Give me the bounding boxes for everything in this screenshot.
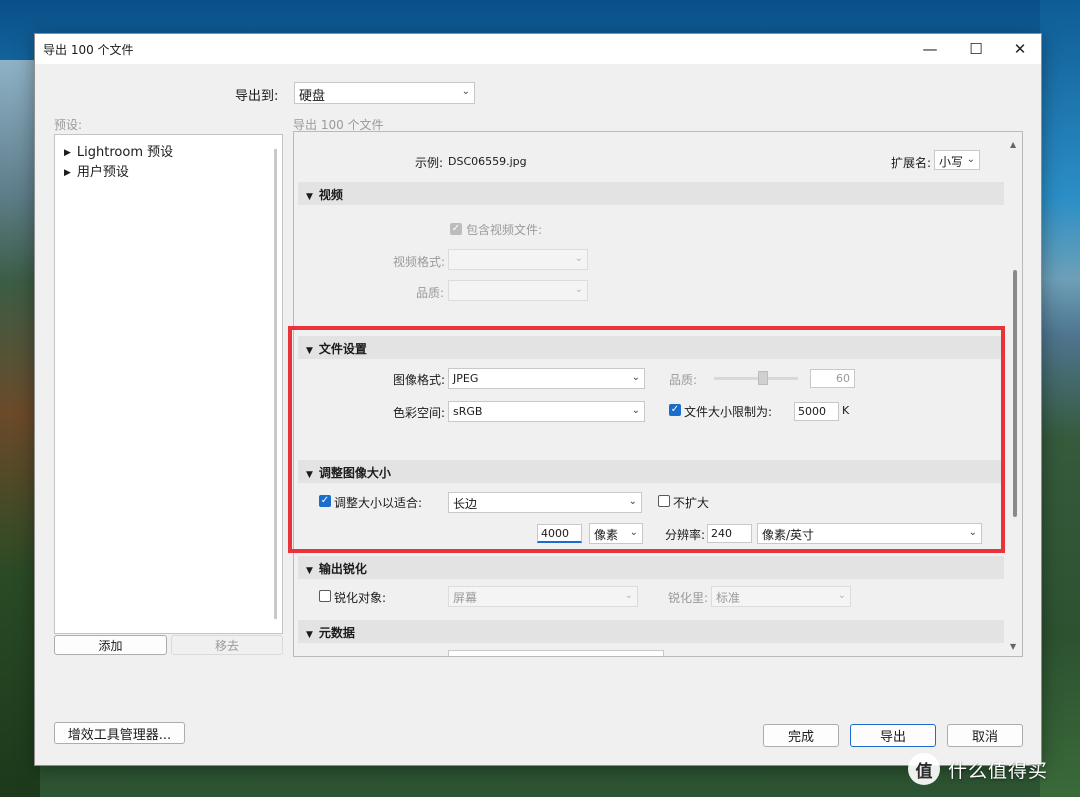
section-video-header[interactable]: ▼ 视频 (298, 182, 1004, 205)
chevron-down-icon: ⌄ (461, 86, 470, 97)
sharpen-for-checkbox[interactable] (319, 590, 331, 602)
plugin-manager-button[interactable]: 增效工具管理器... (54, 722, 185, 744)
scroll-down-icon[interactable]: ▼ (1010, 642, 1016, 651)
collapse-arrow-icon: ▼ (306, 630, 313, 640)
video-quality-select[interactable]: ⌄ (448, 280, 588, 301)
cancel-button[interactable]: 取消 (947, 724, 1023, 747)
tree-item-user-presets[interactable]: ▶ 用户预设 (64, 161, 129, 180)
section-title: 输出锐化 (318, 562, 367, 576)
video-format-select[interactable]: ⌄ (448, 249, 588, 270)
chevron-down-icon: ⌄ (966, 154, 975, 165)
scroll-up-icon[interactable]: ▲ (1010, 140, 1016, 149)
include-video-label: 包含视频文件: (466, 223, 543, 237)
extension-select[interactable]: 小写 ⌄ (934, 150, 980, 170)
sharpen-amount-label: 锐化里: (668, 591, 709, 605)
presets-header: 预设: (54, 118, 83, 132)
expand-arrow-icon: ▶ (64, 168, 71, 178)
title-bar: 导出 100 个文件 (35, 34, 1041, 64)
highlight-annotation-box (288, 326, 1005, 553)
section-title: 视频 (318, 188, 343, 202)
presets-tree: ▶ Lightroom 预设 ▶ 用户预设 (54, 134, 283, 634)
extension-value: 小写 (939, 155, 964, 169)
video-format-label: 视频格式: (393, 255, 446, 269)
include-video-checkbox[interactable]: ✓ (450, 223, 462, 235)
export-to-select[interactable]: 硬盘 ⌄ (294, 82, 475, 104)
chevron-down-icon: ⌄ (574, 284, 583, 295)
done-button[interactable]: 完成 (763, 724, 839, 747)
remove-preset-button[interactable]: 移去 (171, 635, 283, 655)
section-metadata-header[interactable]: ▼ 元数据 (298, 620, 1004, 643)
window-minimize-button[interactable]: — (907, 34, 953, 64)
sharpen-for-select[interactable]: 屏幕 ⌄ (448, 586, 638, 607)
maximize-icon: ☐ (969, 40, 983, 58)
collapse-arrow-icon: ▼ (306, 566, 313, 576)
tree-item-label: Lightroom 预设 (76, 145, 174, 160)
window-maximize-button[interactable]: ☐ (953, 34, 999, 64)
export-to-value: 硬盘 (299, 89, 326, 104)
watermark: 值 什么值得买 (908, 752, 1078, 786)
watermark-text: 什么值得买 (948, 759, 1049, 782)
sharpen-amount-select[interactable]: 标准 ⌄ (711, 586, 851, 607)
minimize-icon: — (922, 40, 938, 58)
tree-item-lightroom-presets[interactable]: ▶ Lightroom 预设 (64, 141, 173, 160)
presets-scrollbar[interactable] (274, 149, 277, 619)
sharpen-amount-value: 标准 (716, 591, 741, 605)
chevron-down-icon: ⌄ (837, 590, 846, 601)
settings-scrollbar[interactable]: ▲ ▼ (1008, 132, 1022, 656)
sharpen-for-label: 锐化对象: (334, 591, 387, 605)
expand-arrow-icon: ▶ (64, 148, 71, 158)
watermark-logo: 值 (908, 753, 940, 785)
extension-label: 扩展名: (891, 156, 932, 170)
export-to-label: 导出到: (235, 89, 279, 104)
sharpen-for-value: 屏幕 (453, 591, 478, 605)
video-quality-label: 品质: (416, 286, 445, 300)
export-button[interactable]: 导出 (850, 724, 936, 747)
tree-item-label: 用户预设 (76, 165, 129, 180)
close-icon: ✕ (1013, 40, 1027, 58)
section-title: 元数据 (318, 626, 355, 640)
example-filename: DSC06559.jpg (448, 155, 527, 168)
window-close-button[interactable]: ✕ (997, 34, 1043, 64)
chevron-down-icon: ⌄ (624, 590, 633, 601)
window-title: 导出 100 个文件 (43, 43, 134, 57)
metadata-select-partial[interactable] (448, 650, 664, 656)
example-label: 示例: (415, 156, 444, 170)
section-sharpening-header[interactable]: ▼ 输出锐化 (298, 556, 1004, 579)
desktop-wallpaper-right (1040, 0, 1080, 797)
chevron-down-icon: ⌄ (574, 253, 583, 264)
collapse-arrow-icon: ▼ (306, 192, 313, 202)
add-preset-button[interactable]: 添加 (54, 635, 167, 655)
scrollbar-thumb[interactable] (1013, 270, 1017, 517)
